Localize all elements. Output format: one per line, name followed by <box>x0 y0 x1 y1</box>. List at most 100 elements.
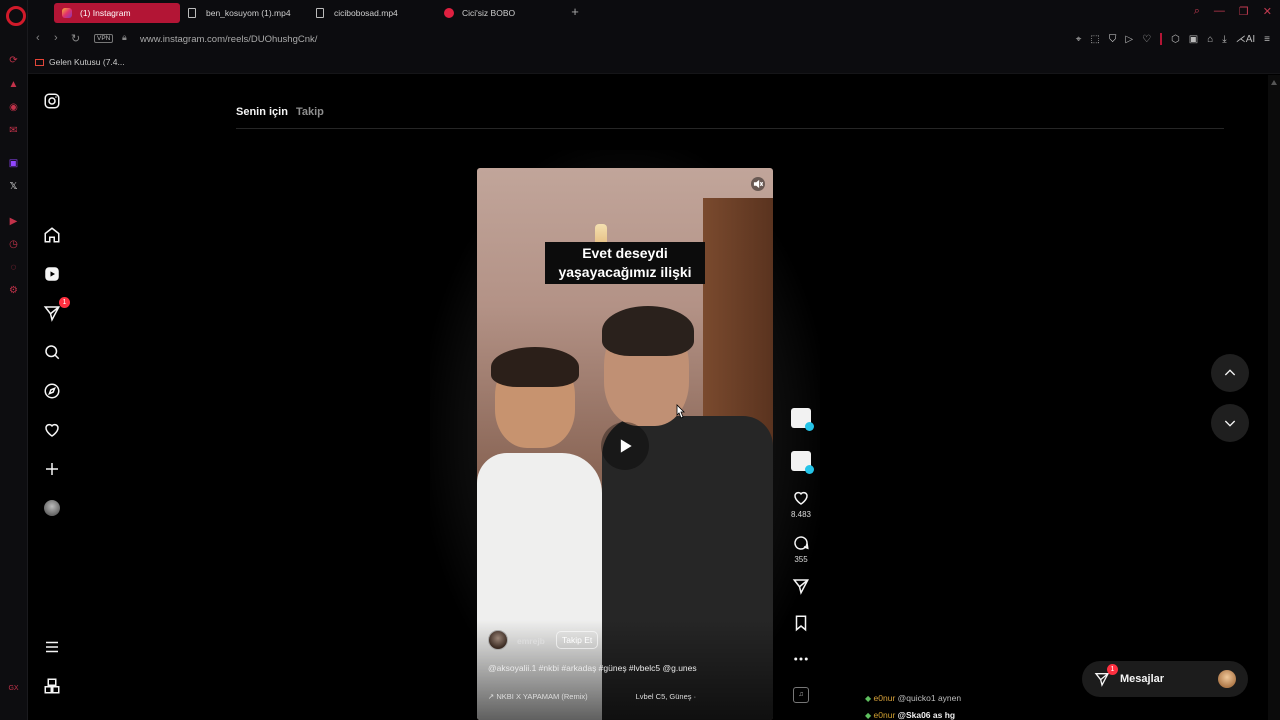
bag-icon[interactable]: ▲ <box>7 78 20 91</box>
reload-icon[interactable]: ↻ <box>71 32 80 45</box>
comment-count: 355 <box>794 555 808 564</box>
share-button[interactable] <box>788 577 814 595</box>
window-controls: ⌕ — ❐ ✕ <box>1194 5 1272 18</box>
tab-label: (1) Instagram <box>80 8 131 18</box>
messages-label: Mesajlar <box>1120 673 1165 685</box>
author-avatar[interactable] <box>488 630 508 650</box>
video-download-icon <box>791 408 814 431</box>
bookmarks-bar: Gelen Kutusu (7.4... <box>28 52 1280 74</box>
minimize-button[interactable]: — <box>1214 5 1225 18</box>
chat-line: ◆ e0nur @Ska06 as hg <box>865 707 961 720</box>
chat-message: @Ska06 as hg <box>897 710 956 720</box>
menu-icon[interactable]: ≡ <box>1264 34 1270 45</box>
shield-icon[interactable]: ⛉ <box>1109 34 1117 45</box>
chat-icon[interactable]: ◌ <box>7 261 20 274</box>
chat-user: e0nur <box>873 710 896 720</box>
back-icon[interactable]: ‹ <box>36 32 40 44</box>
explore-icon[interactable] <box>42 381 62 401</box>
feed-divider <box>236 128 1224 129</box>
lock-icon[interactable]: 🔒︎ <box>122 32 127 43</box>
x-icon[interactable]: 𝕏 <box>7 180 20 193</box>
tab-video-1[interactable]: ben_kosuyom (1).mp4 <box>180 3 308 23</box>
comment-button[interactable]: 355 <box>788 534 814 564</box>
tab-for-you[interactable]: Senin için <box>236 106 288 118</box>
tab-instagram[interactable]: (1) Instagram <box>54 3 180 23</box>
audio-track[interactable]: ↗ NKBI X YAPAMAM (Remix) <box>488 692 588 701</box>
history-icon[interactable]: ◷ <box>7 238 20 251</box>
play-button[interactable] <box>601 422 649 470</box>
direct-messages-icon[interactable]: 1 <box>42 297 70 323</box>
caption-line-1: Evet deseydi <box>582 245 668 261</box>
tab-video-2[interactable]: cicibobosad.mp4 <box>308 3 436 23</box>
browser-toolbar: ⌖ ⬚ ⛉ ▷ ♡ ⬡ ▣ ⌂ ⤓ ⋌AI ≡ <box>1076 33 1270 45</box>
gx-icon[interactable]: GX <box>7 682 20 695</box>
maximize-button[interactable]: ❐ <box>1239 5 1249 18</box>
create-plus-icon[interactable] <box>42 459 62 479</box>
address-bar: ‹ › ↻ VPN 🔒︎ www.instagram.com/reels/DUO… <box>28 26 1280 52</box>
search-icon[interactable] <box>42 342 62 362</box>
apps-grid-icon[interactable] <box>42 676 62 696</box>
ai-button[interactable]: ⋌AI <box>1236 34 1255 45</box>
reel-video[interactable]: Evet deseydi yaşayacağımız ilişki emrejb… <box>477 168 773 720</box>
tab-label: Cici'siz BOBO <box>462 8 516 18</box>
youtube-icon <box>444 8 454 18</box>
notifications-heart-icon[interactable] <box>42 420 62 440</box>
twitch-icon[interactable]: ▣ <box>7 157 20 170</box>
tab-youtube[interactable]: Cici'siz BOBO <box>436 3 564 23</box>
save-button[interactable] <box>788 614 814 632</box>
messages-button[interactable]: 1 Mesajlar <box>1082 661 1248 697</box>
reel-description[interactable]: @aksoyalii.1 #nkbi #arkadaş #güneş #lvbe… <box>488 663 697 673</box>
settings-icon[interactable]: ⚙ <box>7 284 20 297</box>
profile-avatar[interactable] <box>42 498 62 518</box>
bookmark-gmail[interactable]: Gelen Kutusu (7.4... <box>35 57 125 67</box>
player-icon[interactable]: ▶ <box>7 215 20 228</box>
audio-thumbnail-button[interactable]: ♫ <box>788 687 814 703</box>
previous-reel-button[interactable] <box>1211 354 1249 392</box>
chat-badge-icon: ◆ <box>865 711 872 720</box>
audio-artists[interactable]: Lvbel C5, Güneş · <box>636 692 696 701</box>
notification-badge: 1 <box>59 297 70 308</box>
bookmark-label: Gelen Kutusu (7.4... <box>49 57 125 67</box>
new-tab-button[interactable]: + <box>568 5 582 19</box>
reels-icon[interactable] <box>42 264 62 284</box>
messenger-icon[interactable]: ◉ <box>7 101 20 114</box>
chat-badge-icon: ◆ <box>865 694 872 703</box>
author-name[interactable]: emrejb <box>517 636 545 646</box>
download-audio-button[interactable] <box>788 451 814 474</box>
audio-thumbnail-icon: ♫ <box>793 687 809 703</box>
gmail-icon <box>35 58 44 66</box>
download-icon[interactable]: ⤓ <box>1222 34 1226 45</box>
download-video-button[interactable] <box>788 408 814 431</box>
toolbar-separator <box>1160 33 1163 45</box>
url-field[interactable]: www.instagram.com/reels/DUOhushgCnk/ <box>140 34 317 45</box>
instagram-logo-icon[interactable] <box>42 91 62 111</box>
forward-icon[interactable]: › <box>54 32 58 44</box>
direct-message-icon: 1 <box>1094 664 1118 687</box>
pin-icon[interactable]: ⌖ <box>1076 34 1082 45</box>
snapshot-icon[interactable]: ⬚ <box>1090 34 1099 45</box>
mute-icon[interactable] <box>751 177 765 191</box>
heart-icon[interactable]: ♡ <box>1142 34 1151 45</box>
extensions-icon[interactable]: ⬡ <box>1171 34 1180 45</box>
close-button[interactable]: ✕ <box>1263 5 1272 18</box>
chat-line: ◆ e0nur @quicko1 aynen <box>865 690 961 707</box>
more-options-button[interactable] <box>788 650 814 668</box>
next-reel-button[interactable] <box>1211 404 1249 442</box>
like-count: 8.483 <box>790 510 812 519</box>
tab-label: ben_kosuyom (1).mp4 <box>206 8 291 18</box>
search-tabs-icon[interactable]: ⌕ <box>1194 5 1200 18</box>
play-icon[interactable]: ▷ <box>1125 34 1133 45</box>
more-menu-icon[interactable] <box>42 637 62 657</box>
follow-button[interactable]: Takip Et <box>556 631 599 649</box>
opera-logo-icon[interactable] <box>6 6 26 26</box>
refresh-circle-icon[interactable]: ⟳ <box>7 54 20 67</box>
wallet-icon[interactable]: ▣ <box>1189 34 1198 45</box>
caption-line-2: yaşayacağımız ilişki <box>558 264 692 280</box>
mail-icon[interactable]: ✉ <box>7 124 20 137</box>
page-scrollbar[interactable] <box>1268 75 1280 720</box>
home-icon[interactable] <box>42 225 62 245</box>
like-button[interactable]: 8.483 <box>788 489 814 519</box>
tab-following[interactable]: Takip <box>296 106 324 118</box>
profile-icon[interactable]: ⌂ <box>1207 34 1213 45</box>
vpn-badge[interactable]: VPN <box>94 34 114 43</box>
